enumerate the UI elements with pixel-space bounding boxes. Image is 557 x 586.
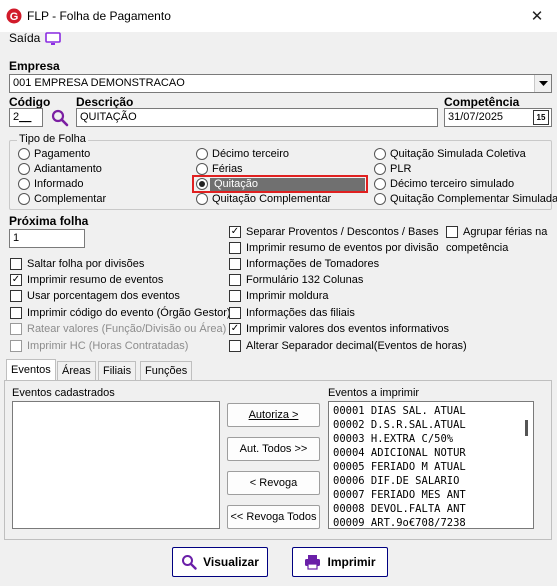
imprimir-button[interactable]: Imprimir	[292, 547, 388, 577]
eventos-imprimir-label: Eventos a imprimir	[328, 387, 420, 399]
proxima-folha-label: Próxima folha	[9, 214, 89, 228]
check-imprimir-hc[interactable]: Imprimir HC (Horas Contratadas)	[10, 340, 188, 352]
list-item[interactable]: 00003 H.EXTRA C/50%	[333, 432, 533, 446]
radio-decimo-terceiro[interactable]: Décimo terceiro	[196, 148, 289, 160]
check-imprimir-codigo-evento[interactable]: Imprimir código do evento (Órgão Gestor)	[10, 307, 231, 319]
descricao-input[interactable]: QUITAÇÃO	[76, 108, 438, 127]
codigo-input[interactable]: 2__	[9, 108, 43, 127]
radio-quitacao-simulada-coletiva[interactable]: Quitação Simulada Coletiva	[374, 148, 526, 160]
radio-informado[interactable]: Informado	[18, 178, 84, 190]
eventos-cadastrados-label: Eventos cadastrados	[12, 387, 115, 399]
proxima-folha-input[interactable]: 1	[9, 229, 85, 248]
check-separar-proventos[interactable]: ✓ Separar Proventos / Descontos / Bases	[229, 226, 439, 238]
empresa-label: Empresa	[9, 59, 60, 73]
list-item[interactable]: 00006 DIF.DE SALARIO	[333, 474, 533, 488]
codigo-label: Código	[9, 95, 51, 109]
radio-adiantamento[interactable]: Adiantamento	[18, 163, 102, 175]
descricao-value: QUITAÇÃO	[80, 111, 137, 123]
check-saltar-folha[interactable]: Saltar folha por divisões	[10, 258, 144, 270]
list-item[interactable]: 00007 FERIADO MES ANT	[333, 488, 533, 502]
list-item[interactable]: 00001 DIAS SAL. ATUAL	[333, 404, 533, 418]
list-item[interactable]: 00008 DEVOL.FALTA ANT	[333, 502, 533, 516]
radio-pagamento[interactable]: Pagamento	[18, 148, 90, 160]
competencia-value: 31/07/2025	[448, 111, 504, 123]
search-icon	[182, 555, 197, 570]
radio-plr[interactable]: PLR	[374, 163, 411, 175]
printer-icon	[305, 555, 321, 570]
check-agrupar-ferias[interactable]: Agrupar férias na	[446, 226, 547, 238]
visualizar-button[interactable]: Visualizar	[172, 547, 268, 577]
radio-complementar[interactable]: Complementar	[18, 193, 106, 205]
check-informacoes-filiais[interactable]: Informações das filiais	[229, 307, 355, 319]
menu-saida[interactable]: Saída	[9, 31, 40, 45]
check-usar-porcentagem[interactable]: Usar porcentagem dos eventos	[10, 290, 180, 302]
tab-funcoes[interactable]: Funções	[140, 361, 193, 380]
radio-quitacao-complementar[interactable]: Quitação Complementar	[196, 193, 331, 205]
monitor-icon[interactable]	[45, 32, 61, 46]
revoga-todos-button[interactable]: << Revoga Todos	[227, 505, 320, 529]
chevron-down-icon	[538, 80, 548, 86]
proxima-folha-value: 1	[13, 232, 20, 244]
calendar-icon[interactable]: 15	[533, 110, 549, 125]
eventos-imprimir-list[interactable]: 00001 DIAS SAL. ATUAL 00002 D.S.R.SAL.AT…	[328, 401, 534, 529]
check-resumo-por-divisao[interactable]: Imprimir resumo de eventos por divisão	[229, 242, 439, 254]
agrupar-ferias-line2: competência	[446, 242, 509, 254]
check-ratear-valores[interactable]: Ratear valores (Função/Divisão ou Área)	[10, 323, 226, 335]
competencia-label: Competência	[444, 95, 520, 109]
app-logo-icon: G	[6, 8, 22, 24]
radio-decimo-terceiro-simulado[interactable]: Décimo terceiro simulado	[374, 178, 514, 190]
close-button[interactable]: ✕	[523, 4, 551, 28]
radio-quitacao[interactable]: Quitação	[196, 178, 258, 190]
revoga-button[interactable]: < Revoga	[227, 471, 320, 495]
autoriza-todos-button[interactable]: Aut. Todos >>	[227, 437, 320, 461]
tab-areas[interactable]: Áreas	[57, 361, 96, 380]
descricao-label: Descrição	[76, 95, 134, 109]
eventos-cadastrados-list[interactable]	[12, 401, 220, 529]
list-item[interactable]: 00004 ADICIONAL NOTUR	[333, 446, 533, 460]
list-item[interactable]: 00009 ART.9o€708/7238	[333, 516, 533, 528]
empresa-combo[interactable]: 001 EMPRESA DEMONSTRACAO	[9, 74, 552, 93]
check-informacoes-tomadores[interactable]: Informações de Tomadores	[229, 258, 379, 270]
autoriza-button[interactable]: Autoriza >	[227, 403, 320, 427]
empresa-dropdown-button[interactable]	[534, 75, 551, 92]
check-formulario-132[interactable]: Formulário 132 Colunas	[229, 274, 363, 286]
search-icon[interactable]	[51, 109, 69, 127]
list-item[interactable]: 00005 FERIADO M ATUAL	[333, 460, 533, 474]
scrollbar-thumb[interactable]	[525, 420, 528, 436]
window-title: FLP - Folha de Pagamento	[27, 9, 171, 23]
list-item[interactable]: 00002 D.S.R.SAL.ATUAL	[333, 418, 533, 432]
check-imprimir-resumo[interactable]: ✓ Imprimir resumo de eventos	[10, 274, 163, 286]
empresa-value: 001 EMPRESA DEMONSTRACAO	[13, 77, 185, 89]
tipo-folha-title: Tipo de Folha	[17, 133, 88, 145]
svg-text:G: G	[10, 11, 19, 23]
tab-eventos[interactable]: Eventos	[6, 359, 56, 380]
radio-quitacao-complementar-simulada[interactable]: Quitação Complementar Simulada	[374, 193, 557, 205]
tab-filiais[interactable]: Filiais	[98, 361, 137, 380]
check-imprimir-moldura[interactable]: Imprimir moldura	[229, 290, 329, 302]
radio-ferias[interactable]: Férias	[196, 163, 243, 175]
check-alterar-separador[interactable]: Alterar Separador decimal(Eventos de hor…	[229, 340, 467, 352]
check-valores-informativos[interactable]: ✓ Imprimir valores dos eventos informativ…	[229, 323, 449, 335]
